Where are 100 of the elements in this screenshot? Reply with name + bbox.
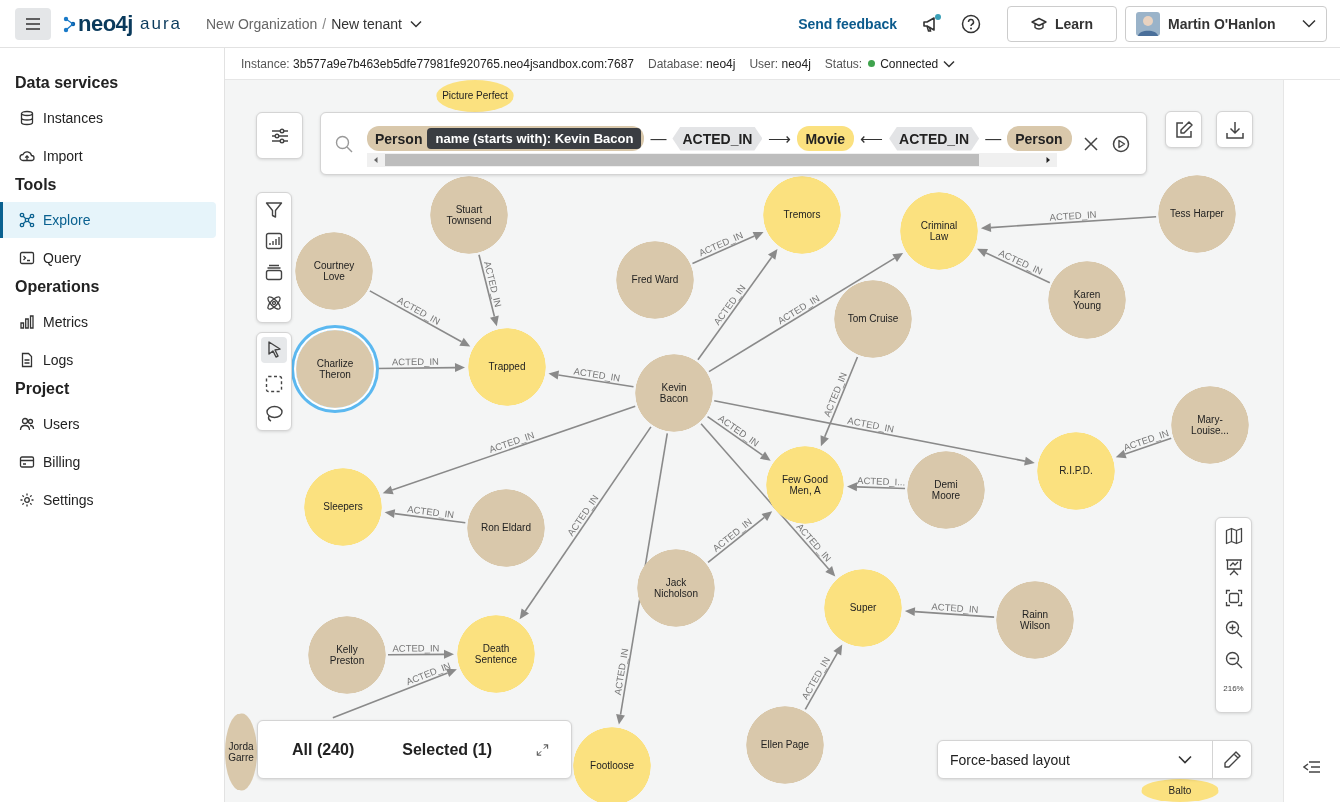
sidebar-item[interactable]: Instances [0, 100, 216, 136]
selected-count[interactable]: Selected (1) [402, 740, 493, 759]
chart-icon[interactable] [265, 232, 283, 250]
sidebar-item[interactable]: Metrics [0, 304, 216, 340]
node-pattern-chip[interactable]: Person name (starts with): Kevin Bacon [367, 126, 645, 151]
sidebar-heading: Tools [14, 176, 58, 194]
sidebar-item[interactable]: Query [0, 240, 216, 276]
edit-icon [1173, 119, 1194, 140]
person-node[interactable]: Mary-Louise... [1171, 386, 1249, 464]
upload-icon [19, 148, 35, 164]
sidebar-item[interactable]: Explore [0, 202, 216, 238]
person-node[interactable]: Kevin Bacon [635, 354, 713, 432]
node-label: Person [1015, 130, 1063, 147]
settings-icon [19, 492, 35, 508]
sidebar-item[interactable]: Settings [0, 482, 216, 518]
zoom-in-icon[interactable] [1224, 620, 1243, 638]
presentation-icon[interactable] [1224, 558, 1243, 576]
relationship-pattern-chip[interactable]: ACTED_IN [889, 126, 980, 151]
fit-to-screen-icon[interactable] [1224, 589, 1243, 607]
person-node[interactable]: Jack Nicholson [637, 549, 715, 627]
settings-button[interactable] [256, 112, 303, 159]
movie-node[interactable]: Sleepers [304, 468, 382, 546]
node-pattern-chip[interactable]: Person [1007, 126, 1072, 151]
node-label: Person [375, 130, 423, 147]
sidebar-item[interactable]: Logs [0, 342, 216, 378]
movie-node[interactable]: Balto [1141, 779, 1219, 802]
movie-node[interactable]: Trapped [468, 328, 546, 406]
person-node[interactable]: Rainn Wilson [996, 581, 1074, 659]
lasso-icon[interactable] [265, 405, 283, 423]
person-node[interactable]: Fred Ward [616, 241, 694, 319]
edit-button[interactable] [1165, 111, 1202, 148]
help-icon[interactable] [961, 13, 981, 34]
chevron-down-icon [1302, 19, 1316, 28]
feedback-link[interactable]: Send feedback [798, 15, 897, 32]
movie-node[interactable]: R.I.P.D. [1037, 432, 1115, 510]
movie-node[interactable]: Criminal Law [900, 192, 978, 270]
pattern-connector: ⟵ [860, 129, 884, 148]
movie-node[interactable]: Death Sentence [457, 615, 535, 693]
collapse-panel-icon[interactable] [1303, 760, 1321, 774]
user-menu-button[interactable]: Martin O'Hanlon [1125, 5, 1327, 42]
atom-icon[interactable] [265, 294, 283, 312]
person-node[interactable]: Tess Harper [1158, 175, 1236, 253]
person-node[interactable]: Demi Moore [907, 451, 985, 529]
map-icon[interactable] [1224, 527, 1243, 545]
pattern-connector: ⟶ [768, 129, 792, 148]
tenant-selector[interactable]: New tenant [331, 15, 422, 32]
chevron-down-icon [1178, 755, 1192, 764]
movie-node[interactable]: Tremors [763, 176, 841, 254]
zoom-out-icon[interactable] [1224, 651, 1243, 669]
database-icon [19, 110, 35, 126]
sidebar-heading: Operations [14, 278, 101, 296]
run-icon[interactable] [1112, 134, 1130, 153]
movie-node[interactable]: Few Good Men, A [766, 446, 844, 524]
breadcrumb-separator: / [322, 15, 327, 32]
filter-chip[interactable]: name (starts with): Kevin Bacon [427, 128, 642, 149]
person-node[interactable]: Tom Cruise [834, 280, 912, 358]
search-bar[interactable]: Person name (starts with): Kevin Bacon — ACTED_IN ⟶ Movie ⟵ ACTED_IN — Person [320, 112, 1147, 175]
pointer-icon[interactable] [261, 337, 287, 363]
scrollbar[interactable] [367, 153, 1057, 167]
sidebar-item[interactable]: Users [0, 406, 216, 442]
stack-icon[interactable] [265, 263, 283, 281]
connection-info: Instance: 3b577a9e7b463eb5dfe77981fe920765.neo4jsandbox.com:7687 [241, 56, 634, 71]
status-selector[interactable]: Connected [868, 56, 956, 71]
person-node[interactable]: Ellen Page [746, 706, 824, 784]
connection-info: User: neo4j [749, 56, 811, 71]
movie-node[interactable]: Footloose [573, 727, 651, 802]
status-label: Status: [824, 56, 863, 71]
sliders-icon [270, 127, 289, 144]
person-node[interactable]: Stuart Townsend [430, 176, 508, 254]
all-count[interactable]: All (240) [292, 740, 355, 759]
relationship-pattern-chip[interactable]: ACTED_IN [672, 126, 763, 151]
terminal-icon [19, 250, 35, 266]
close-icon[interactable] [1084, 136, 1098, 151]
megaphone-icon[interactable] [921, 12, 943, 35]
sidebar-heading: Data services [14, 74, 120, 92]
download-icon [1224, 119, 1245, 140]
organization-link[interactable]: New Organization [206, 15, 318, 32]
node-pattern-chip[interactable]: Movie [797, 126, 855, 151]
filter-icon[interactable] [265, 201, 283, 219]
graph-icon [19, 212, 35, 228]
graduation-cap-icon [1030, 16, 1047, 31]
box-select-icon[interactable] [265, 375, 283, 393]
menu-icon [25, 17, 41, 30]
movie-node[interactable]: Super [824, 569, 902, 647]
chevron-down-icon [943, 59, 956, 68]
movie-node[interactable]: Picture Perfect [436, 80, 514, 112]
learn-button[interactable]: Learn [1007, 5, 1117, 42]
sidebar-heading: Project [14, 380, 71, 398]
person-node[interactable]: Karen Young [1048, 261, 1126, 339]
menu-button[interactable] [15, 7, 51, 40]
person-node[interactable]: Kelly Preston [308, 616, 386, 694]
sidebar-item[interactable]: Import [0, 138, 216, 174]
person-node[interactable]: Ron Eldard [467, 489, 545, 567]
download-button[interactable] [1216, 111, 1253, 148]
person-node[interactable]: Courtney Love [295, 232, 373, 310]
layout-dropdown[interactable]: Force-based layout [938, 741, 1213, 778]
person-node[interactable]: Jorda Garre [225, 713, 257, 791]
pattern-connector: — [985, 129, 1002, 148]
pattern-connector: — [650, 129, 667, 148]
sidebar-item[interactable]: Billing [0, 444, 216, 480]
